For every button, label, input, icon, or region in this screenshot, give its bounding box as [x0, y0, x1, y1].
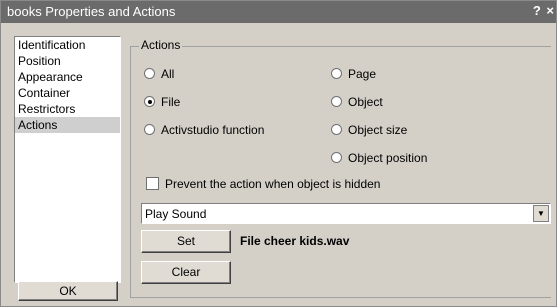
action-dropdown[interactable]: Play Sound ▼	[141, 203, 551, 224]
radio-object-size-label: Object size	[348, 123, 408, 137]
clear-button[interactable]: Clear	[141, 261, 231, 284]
selected-file-label: File cheer kids.wav	[240, 234, 350, 248]
set-button[interactable]: Set	[141, 230, 231, 253]
list-item-appearance[interactable]: Appearance	[15, 69, 120, 85]
checkbox-icon	[146, 177, 159, 190]
radio-all[interactable]: All	[144, 67, 174, 81]
help-icon[interactable]: ?	[533, 3, 541, 18]
radio-activstudio-function[interactable]: Activstudio function	[144, 123, 264, 137]
radio-file-label: File	[161, 95, 181, 109]
radio-circle-icon	[144, 124, 155, 135]
action-dropdown-value: Play Sound	[145, 207, 207, 221]
list-item-identification[interactable]: Identification	[15, 37, 120, 53]
radio-circle-icon	[144, 68, 155, 79]
prevent-hidden-checkbox[interactable]: Prevent the action when object is hidden	[146, 177, 380, 191]
radio-file[interactable]: File	[144, 95, 180, 109]
list-item-restrictors[interactable]: Restrictors	[15, 101, 120, 117]
radio-object[interactable]: Object	[331, 95, 383, 109]
chevron-down-icon[interactable]: ▼	[533, 205, 549, 222]
radio-all-label: All	[161, 67, 175, 81]
radio-circle-icon	[331, 124, 342, 135]
radio-page[interactable]: Page	[331, 67, 376, 81]
radio-circle-icon	[331, 152, 342, 163]
radio-object-position[interactable]: Object position	[331, 151, 427, 165]
radio-page-label: Page	[348, 67, 377, 81]
radio-object-label: Object	[348, 95, 383, 109]
prevent-hidden-label: Prevent the action when object is hidden	[165, 177, 381, 191]
list-item-position[interactable]: Position	[15, 53, 120, 69]
radio-circle-icon	[331, 68, 342, 79]
actions-group-label: Actions	[139, 38, 183, 52]
radio-object-size[interactable]: Object size	[331, 123, 407, 137]
radio-circle-icon	[331, 96, 342, 107]
list-item-actions[interactable]: Actions	[15, 117, 120, 133]
title-bar: books Properties and Actions ? ×	[1, 1, 556, 23]
category-list[interactable]: Identification Position Appearance Conta…	[14, 36, 121, 283]
properties-window: books Properties and Actions ? × Identif…	[0, 0, 557, 307]
window-title: books Properties and Actions	[7, 4, 176, 19]
list-item-container[interactable]: Container	[15, 85, 120, 101]
radio-checked-icon	[144, 96, 155, 107]
ok-button[interactable]: OK	[18, 281, 118, 301]
radio-activstudio-label: Activstudio function	[161, 123, 265, 137]
close-icon[interactable]: ×	[546, 3, 554, 18]
radio-object-position-label: Object position	[348, 151, 428, 165]
